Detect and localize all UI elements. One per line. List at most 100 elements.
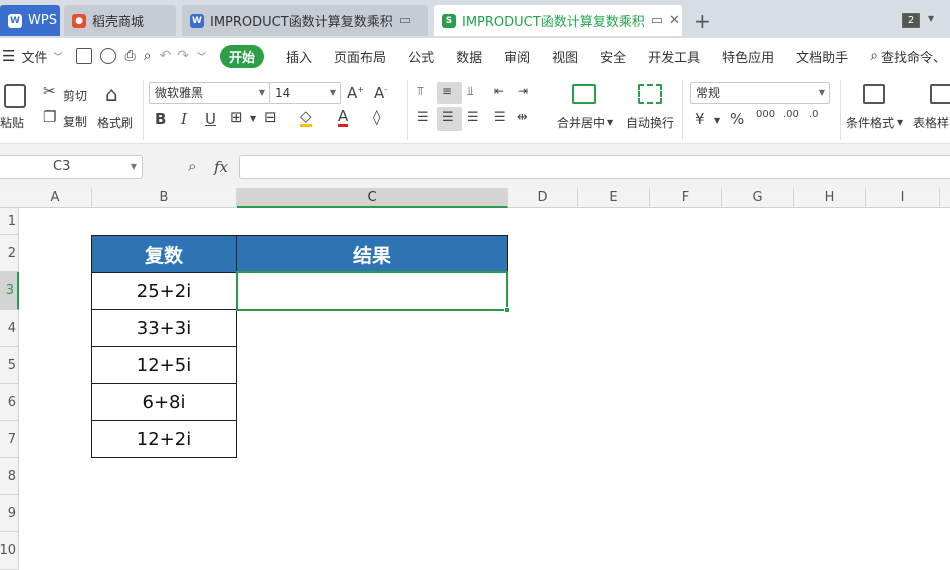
currency-icon[interactable]: ¥	[695, 110, 705, 128]
conditional-format-icon[interactable]	[863, 84, 885, 104]
column-header-D[interactable]: D	[508, 188, 578, 208]
undo-icon[interactable]: ↶	[160, 48, 172, 64]
wrap-text-button[interactable]: 自动换行	[626, 114, 674, 131]
menu-doc-assistant[interactable]: 文档助手	[796, 47, 848, 66]
scissors-icon[interactable]: ✂	[43, 82, 56, 100]
chevron-down-icon[interactable]: ▼	[607, 118, 613, 127]
menu-formulas[interactable]: 公式	[408, 47, 434, 66]
align-left-icon[interactable]: ☰	[417, 110, 429, 125]
screen-icon[interactable]: ▭	[651, 13, 663, 28]
align-bottom-icon[interactable]: ⫫	[467, 84, 474, 99]
column-header-F[interactable]: F	[650, 188, 722, 208]
conditional-format-button[interactable]: 条件格式	[846, 114, 894, 131]
chevron-down-icon[interactable]: ▼	[897, 118, 903, 127]
tab-wps-home[interactable]: W WPS	[0, 5, 60, 36]
row-header-5[interactable]: 5	[0, 347, 19, 384]
name-box[interactable]: C3 ▼	[0, 155, 143, 179]
font-size-select[interactable]: 14 ▼	[269, 82, 341, 104]
redo-icon[interactable]: ↷	[177, 48, 189, 64]
save-icon[interactable]	[76, 48, 93, 64]
tab-document-1[interactable]: W IMPRODUCT函数计算复数乘积 ▭	[182, 5, 428, 36]
row-header-6[interactable]: 6	[0, 384, 19, 421]
align-top-icon[interactable]: ⫪	[417, 84, 424, 99]
chevron-down-icon[interactable]: ﹀	[197, 50, 206, 63]
justify-icon[interactable]: ☰	[494, 110, 506, 125]
insert-function-icon[interactable]: fx	[214, 158, 228, 176]
print-preview-icon[interactable]: ⌕	[144, 48, 152, 64]
wrap-text-icon[interactable]	[638, 84, 662, 104]
close-tab-icon[interactable]: ✕	[669, 13, 680, 28]
menu-file[interactable]: 文件	[21, 47, 47, 66]
merge-center-icon[interactable]	[572, 84, 596, 104]
italic-icon[interactable]: I	[181, 110, 187, 128]
chevron-down-icon[interactable]: ﹀	[53, 50, 62, 63]
merge-small-icon[interactable]: ⊟	[264, 108, 277, 126]
chevron-down-icon[interactable]: ▾	[928, 11, 934, 25]
new-tab-plus-icon[interactable]: +	[694, 9, 711, 33]
decrease-font-icon[interactable]: A-	[374, 84, 387, 102]
menu-review[interactable]: 审阅	[504, 47, 530, 66]
fill-handle[interactable]	[504, 307, 510, 313]
align-middle-icon[interactable]: ≡	[442, 84, 452, 98]
active-cell-selection[interactable]	[236, 271, 508, 311]
tab-daoke-store[interactable]: ● 稻壳商城	[64, 5, 176, 36]
column-header-E[interactable]: E	[578, 188, 650, 208]
number-format-select[interactable]: 常规 ▼	[690, 82, 830, 104]
menu-developer[interactable]: 开发工具	[648, 47, 700, 66]
tab-document-2-active[interactable]: S IMPRODUCT函数计算复数乘积 ▭ ✕	[434, 5, 682, 36]
complex-cell[interactable]: 33+3i	[91, 309, 237, 347]
row-header-3[interactable]: 3	[0, 272, 19, 310]
complex-cell[interactable]: 6+8i	[91, 383, 237, 421]
window-count-badge[interactable]: 2	[902, 13, 920, 28]
header-cell-result[interactable]: 结果	[236, 235, 508, 273]
decrease-decimal-icon[interactable]: .0	[809, 109, 819, 120]
row-header-9[interactable]: 9	[0, 495, 19, 532]
header-cell-complex[interactable]: 复数	[91, 235, 237, 273]
menu-insert[interactable]: 插入	[286, 47, 312, 66]
paste-icon[interactable]	[4, 84, 26, 108]
row-header-1[interactable]: 1	[0, 208, 19, 235]
export-icon[interactable]	[100, 48, 117, 64]
align-center-icon[interactable]: ☰	[442, 110, 454, 125]
font-color-icon[interactable]: A	[338, 108, 349, 127]
increase-decimal-icon[interactable]: .00	[783, 109, 799, 120]
font-name-select[interactable]: 微软雅黑 ▼	[149, 82, 270, 104]
thousands-icon[interactable]: 000	[756, 109, 775, 120]
command-search[interactable]: 查找命令、	[881, 47, 946, 66]
copy-icon[interactable]: ❐	[43, 108, 56, 126]
column-header-C[interactable]: C	[237, 188, 508, 208]
percent-icon[interactable]: %	[730, 110, 744, 128]
menu-data[interactable]: 数据	[456, 47, 482, 66]
row-header-7[interactable]: 7	[0, 421, 19, 458]
row-header-2[interactable]: 2	[0, 235, 19, 272]
column-header-B[interactable]: B	[92, 188, 237, 208]
column-header-I[interactable]: I	[866, 188, 940, 208]
border-icon[interactable]: ⊞	[230, 108, 243, 126]
distributed-icon[interactable]: ⇹	[517, 110, 528, 125]
bold-icon[interactable]: B	[155, 110, 166, 128]
menu-view[interactable]: 视图	[552, 47, 578, 66]
complex-cell[interactable]: 25+2i	[91, 272, 237, 310]
menu-special-apps[interactable]: 特色应用	[722, 47, 774, 66]
fill-color-icon[interactable]: ◇	[300, 108, 312, 127]
table-style-button[interactable]: 表格样	[913, 114, 949, 131]
formula-input[interactable]	[239, 155, 950, 179]
menu-page-layout[interactable]: 页面布局	[334, 47, 386, 66]
underline-icon[interactable]: U	[205, 110, 216, 128]
row-header-8[interactable]: 8	[0, 458, 19, 495]
search-icon[interactable]: ⌕	[870, 48, 878, 64]
format-painter-icon[interactable]: ⌂	[105, 82, 118, 106]
decrease-indent-icon[interactable]: ⇤	[494, 84, 504, 98]
increase-indent-icon[interactable]: ⇥	[518, 84, 528, 98]
hamburger-icon[interactable]: ☰	[2, 47, 15, 65]
chevron-down-icon[interactable]: ▼	[714, 116, 720, 125]
copy-button[interactable]: 复制	[63, 113, 87, 130]
screen-icon[interactable]: ▭	[399, 13, 411, 28]
align-right-icon[interactable]: ☰	[467, 110, 479, 125]
row-header-10[interactable]: 10	[0, 532, 19, 570]
zoom-formula-icon[interactable]: ⌕	[188, 157, 196, 175]
table-style-icon[interactable]	[930, 84, 950, 104]
merge-center-button[interactable]: 合并居中	[557, 114, 605, 131]
menu-start[interactable]: 开始	[220, 44, 265, 68]
format-painter-button[interactable]: 格式刷	[97, 114, 133, 131]
